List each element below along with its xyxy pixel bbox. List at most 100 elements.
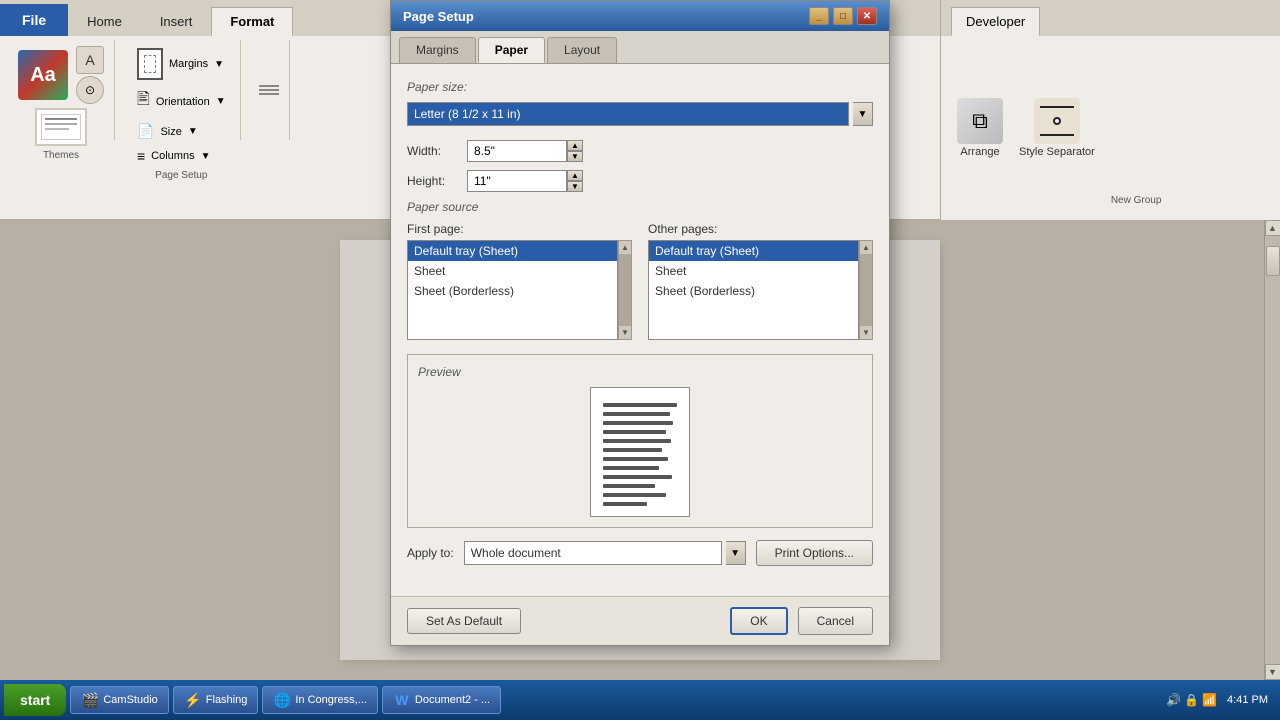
dialog-minimize-btn[interactable]: _ <box>809 7 829 25</box>
size-dropdown-icon[interactable]: ▼ <box>188 126 198 137</box>
height-input[interactable] <box>467 170 567 192</box>
paper-size-combo-row: Letter (8 1/2 x 11 in) ▼ <box>407 102 873 126</box>
margins-label: Margins <box>169 58 208 70</box>
first-page-source: First page: Default tray (Sheet) Sheet S… <box>407 222 632 340</box>
scroll-track[interactable] <box>1265 236 1280 664</box>
footer-left: Set As Default <box>407 608 521 634</box>
other-pages-list[interactable]: Default tray (Sheet) Sheet Sheet (Border… <box>648 240 859 340</box>
tray-icon-1[interactable]: 🔒 <box>1184 693 1199 707</box>
dialog-footer: Set As Default OK Cancel <box>391 596 889 645</box>
tab-format[interactable]: Format <box>211 7 293 36</box>
taskbar-icon-0: 🎬 <box>81 691 99 709</box>
first-page-item-2[interactable]: Sheet (Borderless) <box>408 281 617 301</box>
first-page-scroll-thumb[interactable] <box>619 254 631 326</box>
developer-content: ⧉ Arrange Style Separator New Group <box>941 36 1280 220</box>
start-button[interactable]: start <box>4 684 66 716</box>
first-page-scroll-down[interactable]: ▼ <box>621 326 629 339</box>
scroll-up-btn[interactable]: ▲ <box>1265 220 1280 236</box>
dialog-tab-margins[interactable]: Margins <box>399 37 476 63</box>
dialog-title-bar: Page Setup _ □ ✕ <box>391 1 889 31</box>
paper-size-dropdown-btn[interactable]: ▼ <box>853 102 873 126</box>
cancel-btn[interactable]: Cancel <box>798 607 873 635</box>
dialog-tab-bar: Margins Paper Layout <box>391 31 889 64</box>
taskbar-item-2[interactable]: 🌐 In Congress,... <box>262 686 378 714</box>
paper-size-section-label: Paper size: <box>407 80 873 94</box>
arrange-btn[interactable]: ⧉ Arrange <box>957 98 1003 158</box>
first-page-scroll-up[interactable]: ▲ <box>621 241 629 254</box>
taskbar-label-3: Document2 - ... <box>415 694 490 706</box>
tray-icon-0[interactable]: 🔊 <box>1166 693 1181 707</box>
vertical-scrollbar[interactable]: ▲ ▼ <box>1264 220 1280 680</box>
apply-to-dropdown-btn[interactable]: ▼ <box>726 541 746 565</box>
paper-size-combo[interactable]: Letter (8 1/2 x 11 in) <box>407 102 849 126</box>
first-page-scrollbar[interactable]: ▲ ▼ <box>618 240 632 340</box>
themes-icon: Aa <box>18 50 68 100</box>
tab-file[interactable]: File <box>0 4 68 36</box>
set-as-default-btn[interactable]: Set As Default <box>407 608 521 634</box>
width-input-wrap: ▲ ▼ <box>467 140 583 162</box>
taskbar-item-1[interactable]: ⚡ Flashing <box>173 686 259 714</box>
dialog-maximize-btn[interactable]: □ <box>833 7 853 25</box>
page-setup-dialog[interactable]: Page Setup _ □ ✕ Margins Paper Layout Pa… <box>390 0 890 646</box>
tray-icons: 🔊 🔒 📶 <box>1166 693 1217 707</box>
preview-line-3 <box>603 421 673 425</box>
width-up-btn[interactable]: ▲ <box>567 140 583 151</box>
developer-tab-bar: Developer <box>941 0 1280 36</box>
other-pages-scrollbar[interactable]: ▲ ▼ <box>859 240 873 340</box>
other-pages-item-0[interactable]: Default tray (Sheet) <box>649 241 858 261</box>
preview-lines <box>603 403 677 506</box>
themes-circle-btn[interactable]: ⊙ <box>76 76 104 104</box>
print-options-btn[interactable]: Print Options... <box>756 540 873 566</box>
ok-btn[interactable]: OK <box>730 607 787 635</box>
margins-dropdown-icon[interactable]: ▼ <box>214 59 224 70</box>
width-input[interactable] <box>467 140 567 162</box>
dialog-close-btn[interactable]: ✕ <box>857 7 877 25</box>
dialog-tab-layout[interactable]: Layout <box>547 37 617 63</box>
height-up-btn[interactable]: ▲ <box>567 170 583 181</box>
margins-btn[interactable]: Margins ▼ <box>133 46 228 82</box>
columns-dropdown-icon[interactable]: ▼ <box>201 151 211 162</box>
developer-area: Developer ⧉ Arrange Style Separator New … <box>940 0 1280 220</box>
scroll-thumb[interactable] <box>1266 246 1280 276</box>
other-pages-item-1[interactable]: Sheet <box>649 261 858 281</box>
apply-to-combo[interactable]: Whole document <box>464 541 722 565</box>
height-down-btn[interactable]: ▼ <box>567 181 583 192</box>
height-input-wrap: ▲ ▼ <box>467 170 583 192</box>
paper-size-group: Paper size: Letter (8 1/2 x 11 in) ▼ <box>407 80 873 126</box>
preview-line-1 <box>603 403 677 407</box>
footer-right: OK Cancel <box>730 607 873 635</box>
taskbar-item-3[interactable]: W Document2 - ... <box>382 686 501 714</box>
tab-insert[interactable]: Insert <box>141 7 212 36</box>
taskbar-item-0[interactable]: 🎬 CamStudio <box>70 686 168 714</box>
tab-developer[interactable]: Developer <box>951 7 1040 36</box>
style-separator-btn[interactable]: Style Separator <box>1019 98 1095 158</box>
size-btn[interactable]: 📄 Size ▼ <box>133 121 202 142</box>
preview-section: Preview <box>407 354 873 528</box>
other-pages-scroll-thumb[interactable] <box>860 254 872 326</box>
other-pages-item-2[interactable]: Sheet (Borderless) <box>649 281 858 301</box>
dialog-title-text: Page Setup <box>403 9 474 24</box>
orientation-label: Orientation <box>156 96 210 108</box>
themes-group-label: Themes <box>43 146 79 161</box>
taskbar-icon-1: ⚡ <box>184 691 202 709</box>
first-page-item-0[interactable]: Default tray (Sheet) <box>408 241 617 261</box>
columns-btn[interactable]: ≡ Columns ▼ <box>133 146 214 166</box>
orientation-btn[interactable]: 🖹 Orientation ▼ <box>133 86 230 117</box>
other-pages-scroll-down[interactable]: ▼ <box>862 326 870 339</box>
scroll-down-btn[interactable]: ▼ <box>1265 664 1280 680</box>
orientation-dropdown-icon[interactable]: ▼ <box>216 96 226 107</box>
tray-icon-2[interactable]: 📶 <box>1202 693 1217 707</box>
other-pages-scroll-up[interactable]: ▲ <box>862 241 870 254</box>
preview-label: Preview <box>418 365 862 379</box>
font-color-btn[interactable]: A <box>76 46 104 74</box>
first-page-list[interactable]: Default tray (Sheet) Sheet Sheet (Border… <box>407 240 618 340</box>
dialog-tab-paper[interactable]: Paper <box>478 37 545 63</box>
paper-source-group: Paper source First page: Default tray (S… <box>407 200 873 340</box>
style-separator-icon <box>1034 98 1080 144</box>
tab-home[interactable]: Home <box>68 7 141 36</box>
apply-to-row: Apply to: Whole document ▼ Print Options… <box>407 540 873 566</box>
width-down-btn[interactable]: ▼ <box>567 151 583 162</box>
first-page-item-1[interactable]: Sheet <box>408 261 617 281</box>
paper-source-label: Paper source <box>407 200 873 214</box>
taskbar-label-2: In Congress,... <box>295 694 367 706</box>
